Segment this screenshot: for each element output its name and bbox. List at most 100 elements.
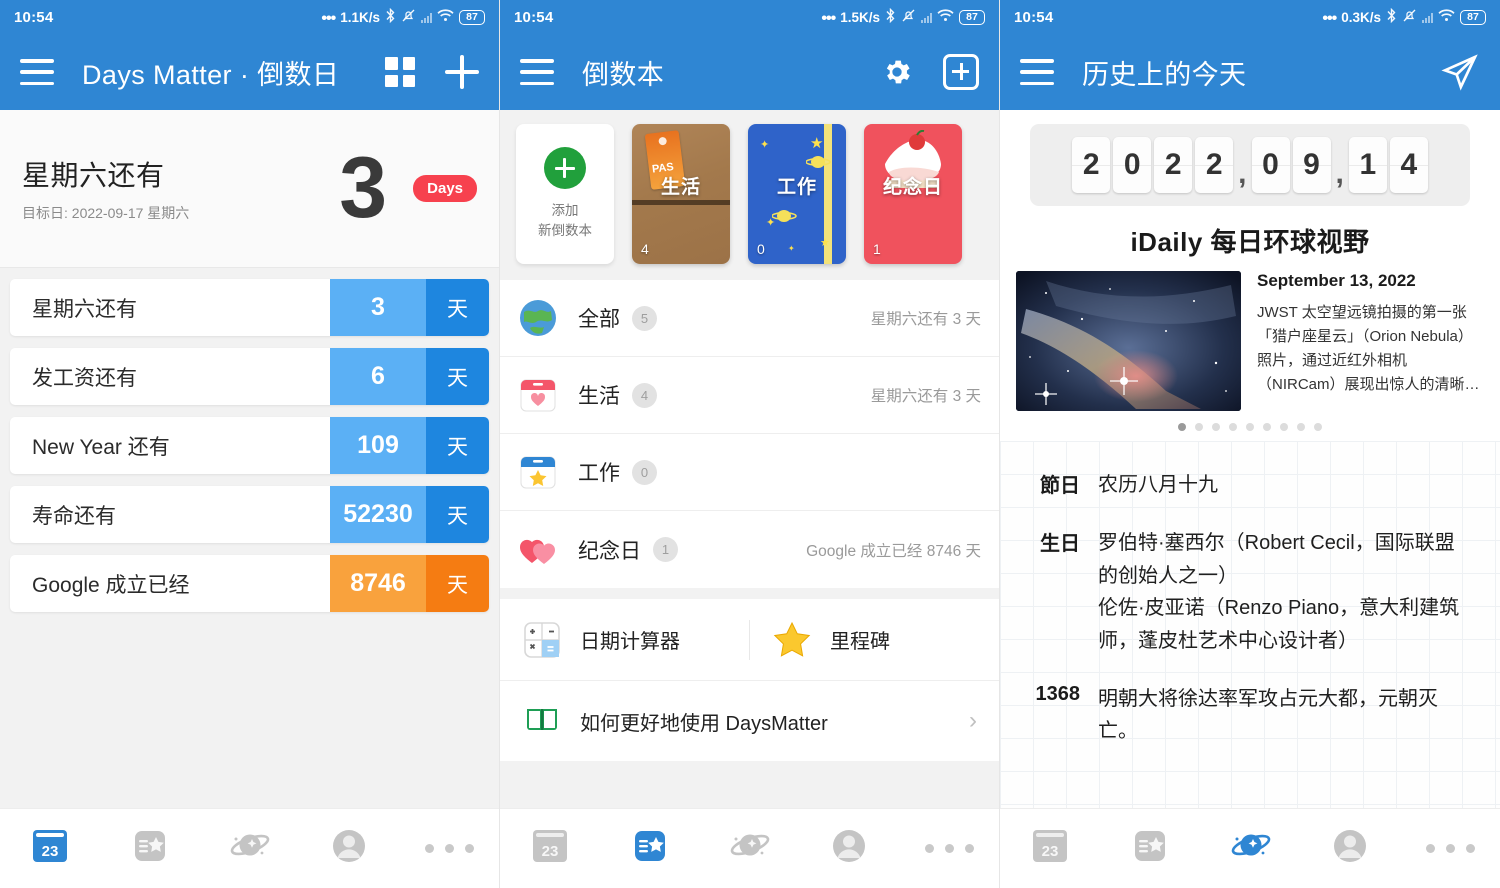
hero-countdown[interactable]: 星期六还有 目标日: 2022-09-17 星期六 3 Days <box>0 110 499 268</box>
carousel-dot[interactable] <box>1229 423 1237 431</box>
nav-profile[interactable] <box>321 821 377 877</box>
carousel-dot[interactable] <box>1263 423 1271 431</box>
carousel-dot[interactable] <box>1212 423 1220 431</box>
category-row[interactable]: 生活 4 星期六还有 3 天 <box>500 357 999 434</box>
screen-notebooks: 10:54 ••• 1.5K/s 87 倒数本 添加 新倒数本 PAS 生活 4… <box>500 0 1000 888</box>
add-notebook-card[interactable]: 添加 新倒数本 <box>516 124 614 264</box>
category-summary: 星期六还有 3 天 <box>870 388 981 405</box>
idaily-card[interactable]: September 13, 2022 JWST 太空望远镜拍摄的第一张「猎户座星… <box>1000 259 1500 411</box>
countdown-card-unit: 天 <box>426 348 489 405</box>
calendar-23-icon: 23 <box>27 823 73 874</box>
countdown-card[interactable]: 发工资还有 6 天 <box>10 348 489 405</box>
tool-star[interactable]: 里程碑 <box>749 619 999 660</box>
nav-calendar-23[interactable]: 23 <box>1022 821 1078 877</box>
add-boxed-icon[interactable] <box>943 54 979 90</box>
nav-calendar-23[interactable]: 23 <box>22 821 78 877</box>
signal-icon <box>421 12 432 23</box>
mute-bell-icon <box>401 8 416 26</box>
profile-icon <box>326 823 372 874</box>
spacer <box>500 761 999 808</box>
nav-notebook-star[interactable] <box>1122 821 1178 877</box>
gear-icon[interactable] <box>881 56 913 88</box>
nav-more[interactable] <box>921 821 977 877</box>
notebook-count: 4 <box>641 241 649 257</box>
chevron-right-icon: › <box>969 707 977 734</box>
carousel-dot[interactable] <box>1280 423 1288 431</box>
nav-notebook-star[interactable] <box>122 821 178 877</box>
history-entry-key: 生日 <box>1040 533 1080 556</box>
countdown-card-label: New Year 还有 <box>32 435 170 459</box>
nav-calendar-23[interactable]: 23 <box>522 821 578 877</box>
nav-profile[interactable] <box>821 821 877 877</box>
nav-planet[interactable] <box>1222 821 1278 877</box>
send-icon[interactable] <box>1440 52 1480 92</box>
notebook-card-life[interactable]: PAS 生活 4 <box>632 124 730 264</box>
nav-more[interactable] <box>1422 821 1478 877</box>
carousel-dot[interactable] <box>1246 423 1254 431</box>
carousel-dot[interactable] <box>1297 423 1305 431</box>
wifi-icon <box>1438 9 1455 25</box>
countdown-card-label: 星期六还有 <box>32 297 137 321</box>
tool-calculator[interactable]: 日期计算器 <box>500 620 749 660</box>
profile-icon <box>826 823 872 874</box>
calendar-star-icon <box>518 452 558 492</box>
flip-separator: , <box>1335 157 1344 190</box>
countdown-card-value: 8746 <box>330 555 426 612</box>
countdown-card-value: 109 <box>330 417 426 474</box>
countdown-card-value: 6 <box>330 348 426 405</box>
flip-digit: 2 <box>1195 137 1234 193</box>
hero-text: 星期六还有 目标日: 2022-09-17 星期六 <box>22 154 339 223</box>
nav-notebook-star[interactable] <box>622 821 678 877</box>
add-notebook-label: 添加 新倒数本 <box>538 203 592 238</box>
countdown-card-list: 星期六还有 3 天发工资还有 6 天 New Year 还有 109 天寿命还有 52230 天 G… <box>0 268 499 808</box>
menu-icon[interactable] <box>1020 59 1054 85</box>
carousel-dot[interactable] <box>1178 423 1186 431</box>
mute-bell-icon <box>901 8 916 26</box>
countdown-card[interactable]: 寿命还有 52230 天 <box>10 486 489 543</box>
countdown-card[interactable]: Google 成立已经 8746 天 <box>10 555 489 612</box>
notebook-card-anniv[interactable]: 纪念日 1 <box>864 124 962 264</box>
status-time: 10:54 <box>1014 8 1054 26</box>
help-label: 如何更好地使用 DaysMatter <box>580 712 828 735</box>
nav-profile[interactable] <box>1322 821 1378 877</box>
flip-digit: 0 <box>1251 137 1290 193</box>
planet-icon <box>226 823 272 874</box>
flip-digit: 0 <box>1113 137 1152 193</box>
carousel-dot[interactable] <box>1314 423 1322 431</box>
category-row[interactable]: 全部 5 星期六还有 3 天 <box>500 280 999 357</box>
bluetooth-icon <box>1386 7 1397 26</box>
carousel-dots[interactable] <box>1000 423 1500 431</box>
grid-view-icon[interactable] <box>385 57 415 87</box>
category-list: 全部 5 星期六还有 3 天生活 4 星期六还有 3 天工作 0 纪念日 1 Google 成立… <box>500 280 999 588</box>
status-network-speed: 1.5K/s <box>840 9 880 25</box>
notebook-star-icon <box>1127 823 1173 874</box>
calendar-23-icon: 23 <box>527 823 573 874</box>
history-entry-key: 1368 <box>1035 682 1081 705</box>
nav-more[interactable] <box>421 821 477 877</box>
nav-planet[interactable] <box>221 821 277 877</box>
help-row[interactable]: 如何更好地使用 DaysMatter › <box>500 681 999 761</box>
status-time: 10:54 <box>514 8 554 26</box>
hearts-icon <box>518 530 558 570</box>
category-row[interactable]: 工作 0 <box>500 434 999 511</box>
notebook-card-row: 添加 新倒数本 PAS 生活 4 ✦ ★ ✦ ★ ✦ 工作 0 纪念日 1 <box>500 110 999 280</box>
countdown-card[interactable]: 星期六还有 3 天 <box>10 279 489 336</box>
signal-icon <box>1422 12 1433 23</box>
countdown-card[interactable]: New Year 还有 109 天 <box>10 417 489 474</box>
status-icons: ••• 1.5K/s 87 <box>821 7 985 27</box>
battery-level: 87 <box>959 9 985 25</box>
tool-label: 日期计算器 <box>580 631 680 653</box>
more-icon <box>424 844 474 853</box>
menu-icon[interactable] <box>20 59 54 85</box>
nav-planet[interactable] <box>721 821 777 877</box>
category-row[interactable]: 纪念日 1 Google 成立已经 8746 天 <box>500 511 999 588</box>
category-summary: Google 成立已经 8746 天 <box>806 542 981 560</box>
notebook-card-work[interactable]: ✦ ★ ✦ ★ ✦ 工作 0 <box>748 124 846 264</box>
menu-icon[interactable] <box>520 59 554 85</box>
history-entry-value: 罗伯特·塞西尔（Robert Cecil，国际联盟的创始人之一） 伦佐·皮亚诺（R… <box>1098 532 1460 652</box>
countdown-card-unit: 天 <box>426 555 489 612</box>
carousel-dot[interactable] <box>1195 423 1203 431</box>
add-icon[interactable] <box>445 55 479 89</box>
profile-icon <box>1327 823 1373 874</box>
bottom-nav: 23 <box>500 808 999 888</box>
